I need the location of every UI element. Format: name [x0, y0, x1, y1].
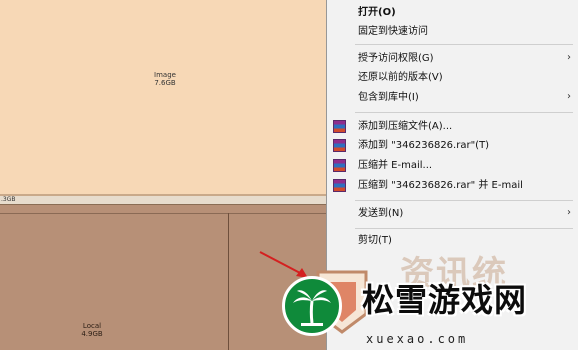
tile-local-name: Local	[82, 322, 102, 330]
watermark-title: 松雪游戏网	[362, 281, 528, 319]
menu-item-pin-quick-access-label: 固定到快速访问	[358, 26, 428, 37]
palm-tree-icon	[293, 290, 331, 326]
menu-item-pin-quick-access[interactable]: 固定到快速访问	[327, 23, 577, 41]
menu-item-compress-rar-email-label: 压缩到 "346236826.rar" 并 E-mail	[358, 180, 523, 191]
winrar-icon	[333, 120, 346, 133]
menu-item-grant-access-label: 授予访问权限(G)	[358, 53, 434, 64]
menu-item-open-label: 打开(O)	[358, 7, 396, 18]
menu-item-add-to-archive-label: 添加到压缩文件(A)...	[358, 121, 453, 132]
menu-item-restore-versions-label: 还原以前的版本(V)	[358, 72, 443, 83]
menu-separator	[355, 44, 573, 45]
menu-item-send-to-label: 发送到(N)	[358, 208, 404, 219]
tile-local-vertical-divider	[228, 213, 229, 350]
menu-item-include-in-library-label: 包含到库中(I)	[358, 92, 419, 103]
treemap-tile-local-label: Local 4.9GB	[77, 322, 107, 338]
tile-local-size: 4.9GB	[81, 330, 103, 338]
watermark-url: xuexao.com	[366, 332, 469, 346]
menu-item-cut[interactable]: 剪切(T)	[327, 232, 577, 250]
winrar-icon	[333, 139, 346, 152]
menu-item-send-to[interactable]: 发送到(N) ›	[327, 205, 577, 223]
tile-strip-size: .3GB	[1, 196, 16, 203]
menu-item-grant-access[interactable]: 授予访问权限(G) ›	[327, 50, 577, 68]
site-watermark: 资讯统 松雪游戏网 xuexao.com	[282, 256, 578, 350]
chevron-right-icon: ›	[567, 52, 571, 63]
treemap-tile-image-label: Image 7.6GB	[150, 71, 180, 87]
menu-item-add-to-archive[interactable]: 添加到压缩文件(A)...	[327, 118, 577, 136]
menu-item-compress-rar-email[interactable]: 压缩到 "346236826.rar" 并 E-mail	[327, 177, 577, 195]
winrar-icon	[333, 159, 346, 172]
menu-item-include-in-library[interactable]: 包含到库中(I) ›	[327, 89, 577, 107]
menu-separator	[355, 112, 573, 113]
tile-image-name: Image	[154, 71, 176, 79]
treemap-tile-strip[interactable]: .3GB	[0, 196, 329, 205]
chevron-right-icon: ›	[567, 91, 571, 102]
menu-item-add-to-rar-label: 添加到 "346236826.rar"(T)	[358, 140, 490, 151]
treemap-tile-image[interactable]: Image 7.6GB	[0, 0, 329, 196]
tile-image-size: 7.6GB	[154, 79, 176, 87]
menu-separator	[355, 200, 573, 201]
menu-item-add-to-rar[interactable]: 添加到 "346236826.rar"(T)	[327, 137, 577, 155]
menu-item-cut-label: 剪切(T)	[358, 235, 392, 246]
palm-tree-logo-icon	[282, 276, 342, 336]
menu-item-open[interactable]: 打开(O)	[327, 4, 577, 22]
menu-item-compress-email-label: 压缩并 E-mail...	[358, 160, 433, 171]
winrar-icon	[333, 179, 346, 192]
menu-item-restore-versions[interactable]: 还原以前的版本(V)	[327, 69, 577, 87]
tile-local-top-divider	[0, 213, 329, 214]
disk-treemap: Image 7.6GB .3GB Local 4.9GB	[0, 0, 329, 350]
menu-item-compress-email[interactable]: 压缩并 E-mail...	[327, 157, 577, 175]
chevron-right-icon: ›	[567, 207, 571, 218]
menu-separator	[355, 228, 573, 229]
